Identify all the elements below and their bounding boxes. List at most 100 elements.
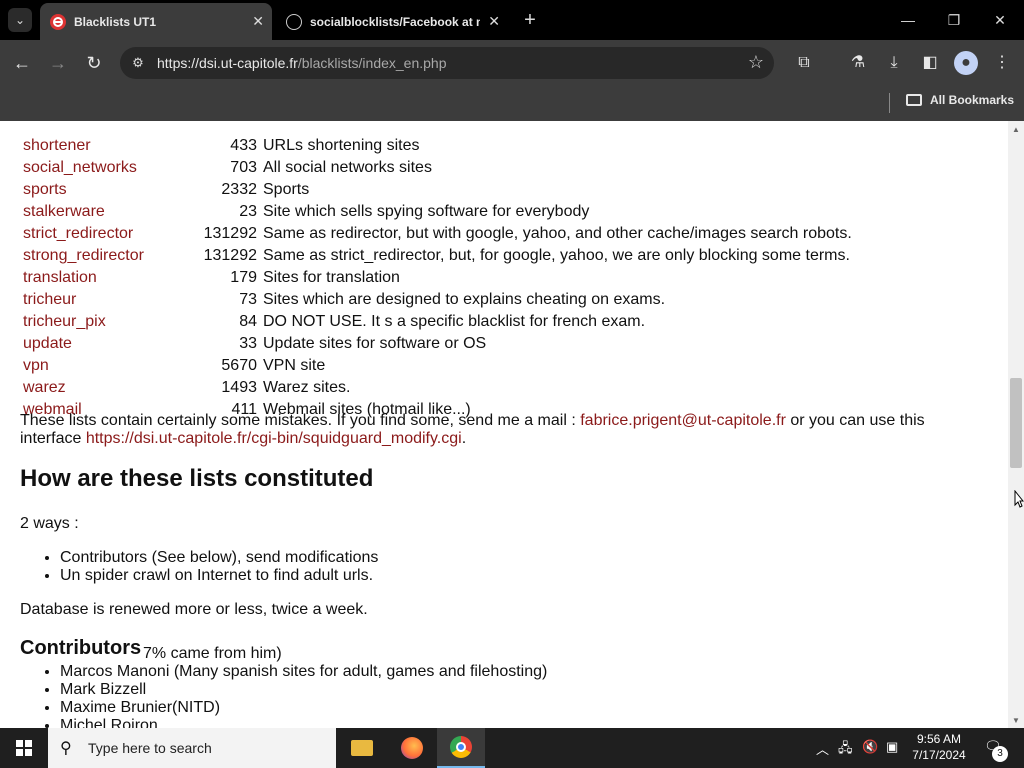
- bookmark-star-icon[interactable]: ☆: [748, 52, 764, 73]
- modify-interface-link[interactable]: https://dsi.ut-capitole.fr/cgi-bin/squid…: [86, 430, 462, 447]
- ut1-favicon-icon: [50, 13, 66, 30]
- scroll-down-icon[interactable]: ▼: [1012, 716, 1020, 725]
- list-item: Mark Bizzell: [60, 681, 547, 699]
- list-name-link[interactable]: strict_redirector: [20, 223, 200, 245]
- list-name-link[interactable]: translation: [20, 267, 200, 289]
- tab-blacklists[interactable]: Blacklists UT1 ✕: [40, 3, 272, 40]
- table-row: tricheur 73 Sites which are designed to ex…: [20, 289, 855, 311]
- ways-list: Contributors (See below), send modificat…: [60, 549, 378, 585]
- browser-toolbar: ← → ↻ ⚙ https://dsi.ut-capitole.fr/black…: [0, 40, 1024, 86]
- list-name-link[interactable]: tricheur: [20, 289, 200, 311]
- list-name-link[interactable]: warez: [20, 377, 200, 399]
- bookmarks-bar: All Bookmarks: [0, 86, 1024, 121]
- contact-email-link[interactable]: fabrice.prigent@ut-capitole.fr: [580, 412, 786, 429]
- list-count: 5670: [221, 357, 257, 374]
- mistakes-note: These lists contain certainly some mista…: [20, 412, 925, 447]
- taskbar-search-box[interactable]: ⚲ Type here to search: [48, 728, 336, 768]
- list-description: Same as strict_redirector, but, for goog…: [263, 247, 850, 264]
- taskbar-firefox[interactable]: [388, 728, 436, 768]
- taskbar-file-explorer[interactable]: [338, 728, 386, 768]
- display-icon[interactable]: ▣: [886, 739, 898, 755]
- list-name-link[interactable]: strong_redirector: [20, 245, 200, 267]
- ways-intro: 2 ways :: [20, 515, 79, 532]
- table-row: strict_redirector 131292 Same as redirecto…: [20, 223, 855, 245]
- all-bookmarks-button[interactable]: All Bookmarks: [906, 93, 1014, 107]
- page-content: shortener 433 URLs shortening sites social_…: [0, 121, 1008, 728]
- profile-avatar-icon[interactable]: ●: [954, 51, 978, 75]
- tab-title: socialblocklists/Facebook at m: [310, 14, 480, 29]
- search-icon: ⚲: [60, 740, 72, 757]
- tab-socialblocklists[interactable]: socialblocklists/Facebook at m ✕: [276, 3, 508, 40]
- table-row: vpn 5670 VPN site: [20, 355, 855, 377]
- tray-chevron-up-icon[interactable]: ︿: [816, 739, 829, 758]
- list-count: 131292: [203, 247, 257, 264]
- download-icon[interactable]: ⤓: [882, 51, 906, 75]
- extensions-icon[interactable]: ⧉: [792, 51, 816, 75]
- list-name-link[interactable]: vpn: [20, 355, 200, 377]
- list-name-link[interactable]: shortener: [20, 135, 200, 157]
- start-button[interactable]: [0, 728, 48, 768]
- list-description: Sites for translation: [263, 269, 400, 286]
- volume-muted-icon[interactable]: 🔇: [862, 739, 878, 755]
- page-scrollbar[interactable]: ▲ ▼: [1008, 121, 1024, 728]
- list-count: 73: [239, 291, 257, 308]
- table-row: strong_redirector 131292 Same as strict_re…: [20, 245, 855, 267]
- list-item: Michel Roiron: [60, 717, 547, 728]
- table-row: update 33 Update sites for software or OS: [20, 333, 855, 355]
- list-description: DO NOT USE. It s a specific blacklist fo…: [263, 313, 646, 330]
- list-description: Warez sites.: [263, 379, 351, 396]
- tab-search-button[interactable]: ⌄: [8, 8, 32, 32]
- blacklist-table: shortener 433 URLs shortening sites social_…: [20, 121, 855, 421]
- list-count: 2332: [221, 181, 257, 198]
- list-description: All social networks sites: [263, 159, 432, 176]
- list-item: Un spider crawl on Internet to find adul…: [60, 567, 378, 585]
- firefox-icon: [401, 737, 423, 759]
- section-heading-constitution: How are these lists constituted: [20, 465, 374, 492]
- list-name-link[interactable]: tricheur_pix: [20, 311, 200, 333]
- windows-taskbar: ⚲ Type here to search ︿ 🖧 🔇 ▣ 9:56 AM 7/…: [0, 728, 1024, 768]
- close-icon[interactable]: ✕: [252, 13, 264, 30]
- taskbar-chrome[interactable]: [437, 728, 485, 768]
- table-row: [20, 121, 855, 135]
- site-info-icon[interactable]: ⚙: [128, 53, 148, 73]
- forward-icon[interactable]: →: [46, 51, 70, 75]
- restore-icon[interactable]: ❐: [944, 10, 964, 30]
- file-explorer-icon: [351, 740, 373, 756]
- taskbar-clock[interactable]: 9:56 AM 7/17/2024: [904, 731, 974, 763]
- network-icon[interactable]: 🖧: [838, 739, 853, 761]
- scroll-up-icon[interactable]: ▲: [1012, 125, 1020, 134]
- notification-count-badge: 3: [992, 746, 1008, 762]
- menu-kebab-icon[interactable]: ⋮: [990, 51, 1014, 75]
- list-name-link[interactable]: stalkerware: [20, 201, 200, 223]
- window-close-icon[interactable]: ✕: [990, 10, 1010, 30]
- list-description: VPN site: [263, 357, 326, 374]
- database-renewal-text: Database is renewed more or less, twice …: [20, 601, 368, 618]
- address-bar[interactable]: ⚙ https://dsi.ut-capitole.fr/blacklists/…: [120, 47, 774, 79]
- labs-flask-icon[interactable]: ⚗: [846, 51, 870, 75]
- contributor-partial-text: 7% came from him): [143, 645, 282, 662]
- contributors-list: Marcos Manoni (Many spanish sites for ad…: [60, 663, 547, 728]
- new-tab-button[interactable]: +: [520, 10, 540, 30]
- chevron-down-icon: ⌄: [14, 13, 26, 27]
- back-icon[interactable]: ←: [10, 51, 34, 75]
- list-count: 179: [230, 269, 257, 286]
- scroll-thumb[interactable]: [1010, 378, 1022, 468]
- github-icon: [286, 13, 302, 30]
- list-name-link[interactable]: update: [20, 333, 200, 355]
- side-panel-icon[interactable]: ◧: [918, 51, 942, 75]
- folder-icon: [906, 94, 922, 106]
- close-icon[interactable]: ✕: [488, 13, 500, 30]
- list-name-link[interactable]: social_networks: [20, 157, 200, 179]
- list-description: Update sites for software or OS: [263, 335, 487, 352]
- minimize-icon[interactable]: —: [898, 10, 918, 30]
- tab-title: Blacklists UT1: [74, 14, 157, 29]
- reload-icon[interactable]: ↻: [82, 51, 106, 75]
- list-name-link[interactable]: sports: [20, 179, 200, 201]
- list-description: Site which sells spying software for eve…: [263, 203, 590, 220]
- table-row: shortener 433 URLs shortening sites: [20, 135, 855, 157]
- table-row: social_networks 703 All social networks si…: [20, 157, 855, 179]
- list-item: Contributors (See below), send modificat…: [60, 549, 378, 567]
- list-description: URLs shortening sites: [263, 137, 420, 154]
- table-row: sports 2332 Sports: [20, 179, 855, 201]
- mouse-cursor-icon: [1014, 490, 1024, 508]
